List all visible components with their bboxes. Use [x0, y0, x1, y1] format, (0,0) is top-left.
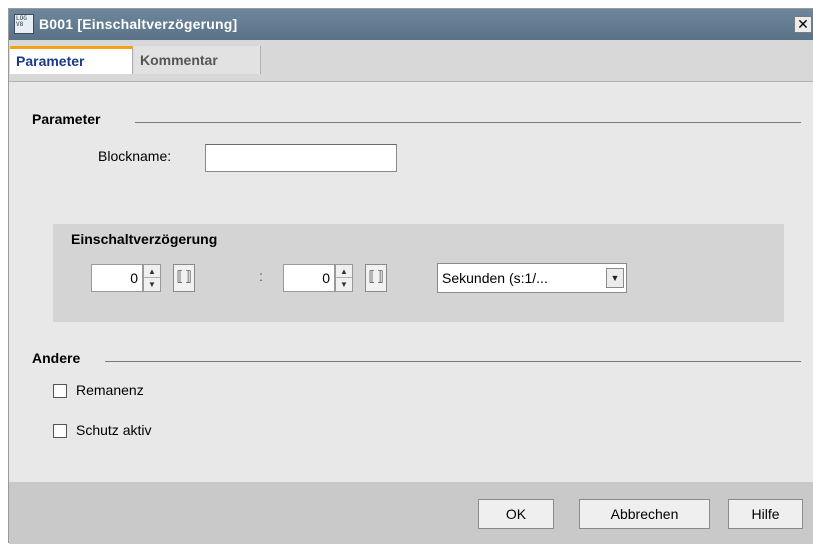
help-button[interactable]: Hilfe [728, 499, 803, 529]
spin-down-icon[interactable]: ▼ [144, 278, 160, 291]
time-separator: : [259, 268, 263, 284]
close-button[interactable]: ✕ [794, 16, 812, 33]
delay-value2-reference-button[interactable]: ⟦⟧ [365, 264, 387, 292]
reference-parameter-icon: ⟦⟧ [175, 269, 193, 285]
protection-checkbox[interactable] [53, 424, 67, 438]
section-divider [105, 361, 801, 362]
tab-kommentar[interactable]: Kommentar [134, 46, 261, 74]
time-unit-select[interactable]: Sekunden (s:1/... ▼ [437, 263, 627, 293]
spin-up-icon[interactable]: ▲ [336, 265, 352, 278]
remanence-checkbox[interactable] [53, 384, 67, 398]
section-divider [135, 122, 801, 123]
dialog-window: LOG V8 B001 [Einschaltverzögerung] ✕ Par… [8, 8, 813, 544]
reference-parameter-icon: ⟦⟧ [367, 269, 385, 285]
spin-down-icon[interactable]: ▼ [336, 278, 352, 291]
remanence-label[interactable]: Remanenz [76, 382, 144, 398]
blockname-input[interactable] [205, 144, 397, 172]
ok-button[interactable]: OK [478, 499, 554, 529]
title-bar[interactable]: LOG V8 B001 [Einschaltverzögerung] ✕ [9, 9, 813, 40]
delay-value2-input[interactable]: 0 [283, 264, 335, 292]
logo-app-icon: LOG V8 [14, 14, 34, 34]
delay-value1-stepper[interactable]: ▲ ▼ [143, 264, 161, 292]
delay-value1-input[interactable]: 0 [91, 264, 143, 292]
dialog-footer: OK Abbrechen Hilfe [9, 482, 813, 544]
spin-up-icon[interactable]: ▲ [144, 265, 160, 278]
blockname-label: Blockname: [98, 148, 172, 164]
tab-strip: Parameter Kommentar [9, 40, 813, 82]
delay-groupbox: Einschaltverzögerung 0 ▲ ▼ ⟦⟧ : 0 ▲ ▼ ⟦⟧… [53, 224, 784, 322]
tab-parameter[interactable]: Parameter [10, 46, 133, 74]
window-title: B001 [Einschaltverzögerung] [39, 16, 238, 32]
logo-app-icon-text-bottom: V8 [16, 21, 24, 28]
delay-group-title: Einschaltverzögerung [71, 231, 218, 247]
tab-content-parameter: Parameter Blockname: Einschaltverzögerun… [9, 82, 813, 492]
delay-value1-reference-button[interactable]: ⟦⟧ [173, 264, 195, 292]
delay-value2-stepper[interactable]: ▲ ▼ [335, 264, 353, 292]
cancel-button[interactable]: Abbrechen [579, 499, 710, 529]
time-unit-selected: Sekunden (s:1/... [442, 270, 548, 286]
close-icon: ✕ [797, 16, 809, 32]
section-title-parameter: Parameter [32, 111, 101, 127]
chevron-down-icon[interactable]: ▼ [606, 268, 624, 288]
section-title-andere: Andere [32, 350, 81, 366]
protection-label[interactable]: Schutz aktiv [76, 422, 151, 438]
